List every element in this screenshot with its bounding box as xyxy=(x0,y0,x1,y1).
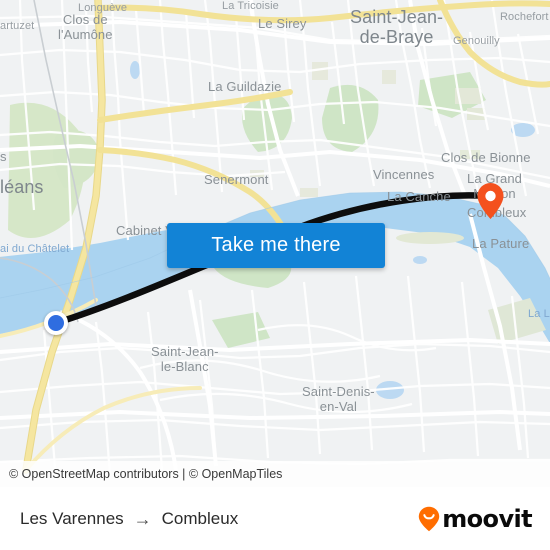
moovit-wordmark: moovit xyxy=(442,504,532,533)
take-me-there-button[interactable]: Take me there xyxy=(167,223,385,268)
moovit-pin-icon xyxy=(419,506,440,531)
route-destination-label: Combleux xyxy=(161,508,239,528)
map-pin-icon xyxy=(477,183,504,219)
origin-marker[interactable] xyxy=(44,311,68,335)
destination-marker[interactable] xyxy=(476,182,505,220)
footer-bar: Les Varennes → Combleux moovit xyxy=(0,487,550,550)
map-attribution-text[interactable]: © OpenStreetMap contributors | © OpenMap… xyxy=(9,467,282,481)
route-origin-label: Les Varennes xyxy=(20,508,124,528)
route-summary: Les Varennes → Combleux xyxy=(20,509,418,529)
origin-marker-dot xyxy=(48,315,64,331)
arrow-right-icon: → xyxy=(133,508,152,529)
map-attribution-bar: © OpenStreetMap contributors | © OpenMap… xyxy=(0,461,550,487)
moovit-logo: moovit xyxy=(418,504,533,533)
map-canvas[interactable]: Longuève La Tricoisie Le Sirey Saint-Jean- … xyxy=(0,0,550,487)
